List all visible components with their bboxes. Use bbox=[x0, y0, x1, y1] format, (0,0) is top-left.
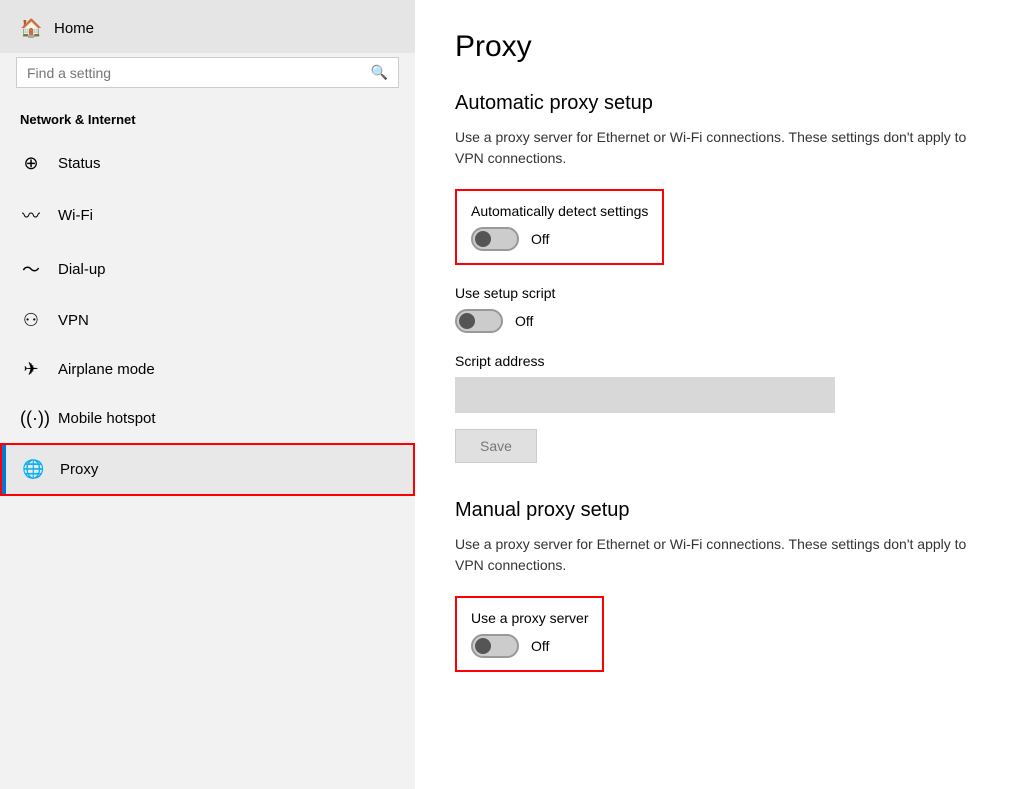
auto-detect-toggle-container: Off bbox=[471, 227, 648, 251]
use-proxy-label: Use a proxy server bbox=[471, 610, 588, 626]
hotspot-icon: ((·)) bbox=[20, 408, 42, 429]
dialup-icon: 〜 bbox=[20, 256, 42, 282]
home-label: Home bbox=[54, 20, 94, 37]
auto-detect-state: Off bbox=[531, 231, 549, 247]
manual-section-desc: Use a proxy server for Ethernet or Wi-Fi… bbox=[455, 534, 984, 576]
sidebar-item-hotspot[interactable]: ((·)) Mobile hotspot bbox=[0, 394, 415, 443]
search-icon: 🔍 bbox=[371, 64, 388, 81]
search-box: 🔍 bbox=[16, 57, 399, 88]
setup-script-toggle-container: Off bbox=[455, 309, 984, 333]
setup-script-row: Use setup script Off bbox=[455, 285, 984, 333]
use-proxy-toggle-group: Use a proxy server Off bbox=[455, 596, 604, 672]
vpn-icon: ⚇ bbox=[20, 310, 42, 331]
sidebar-item-label: VPN bbox=[58, 312, 89, 329]
automatic-section-desc: Use a proxy server for Ethernet or Wi-Fi… bbox=[455, 127, 984, 169]
section-title: Network & Internet bbox=[0, 104, 415, 139]
sidebar-item-wifi[interactable]: 〰 Wi-Fi bbox=[0, 188, 415, 242]
page-title: Proxy bbox=[455, 30, 984, 64]
search-input[interactable] bbox=[27, 65, 371, 81]
sidebar-item-label: Proxy bbox=[60, 461, 98, 478]
sidebar-item-vpn[interactable]: ⚇ VPN bbox=[0, 296, 415, 345]
sidebar-item-home[interactable]: 🏠 Home bbox=[0, 0, 415, 53]
manual-section-title: Manual proxy setup bbox=[455, 499, 984, 522]
save-button[interactable]: Save bbox=[455, 429, 537, 463]
auto-detect-label: Automatically detect settings bbox=[471, 203, 648, 219]
script-address-label: Script address bbox=[455, 353, 984, 369]
sidebar-item-label: Dial-up bbox=[58, 261, 106, 278]
auto-detect-toggle[interactable] bbox=[471, 227, 519, 251]
sidebar-item-airplane[interactable]: ✈ Airplane mode bbox=[0, 345, 415, 394]
main-content: Proxy Automatic proxy setup Use a proxy … bbox=[415, 0, 1024, 789]
sidebar-item-status[interactable]: ⊕ Status bbox=[0, 139, 415, 188]
script-address-input[interactable] bbox=[455, 377, 835, 413]
automatic-section-title: Automatic proxy setup bbox=[455, 92, 984, 115]
sidebar-item-proxy[interactable]: 🌐 Proxy bbox=[0, 443, 415, 496]
status-icon: ⊕ bbox=[20, 153, 42, 174]
setup-script-state: Off bbox=[515, 313, 533, 329]
sidebar-item-label: Airplane mode bbox=[58, 361, 155, 378]
sidebar-item-label: Mobile hotspot bbox=[58, 410, 156, 427]
home-icon: 🏠 bbox=[20, 18, 42, 39]
proxy-icon: 🌐 bbox=[22, 459, 44, 480]
toggle-thumb bbox=[475, 231, 491, 247]
sidebar-item-dialup[interactable]: 〜 Dial-up bbox=[0, 242, 415, 296]
toggle-thumb bbox=[459, 313, 475, 329]
wifi-icon: 〰 bbox=[20, 202, 42, 228]
airplane-icon: ✈ bbox=[20, 359, 42, 380]
sidebar-nav: ⊕ Status 〰 Wi-Fi 〜 Dial-up ⚇ VPN ✈ Airpl… bbox=[0, 139, 415, 496]
use-proxy-state: Off bbox=[531, 638, 549, 654]
setup-script-label: Use setup script bbox=[455, 285, 984, 301]
toggle-thumb bbox=[475, 638, 491, 654]
sidebar-item-label: Status bbox=[58, 155, 101, 172]
sidebar-item-label: Wi-Fi bbox=[58, 207, 93, 224]
use-proxy-toggle-container: Off bbox=[471, 634, 588, 658]
auto-detect-toggle-group: Automatically detect settings Off bbox=[455, 189, 664, 265]
setup-script-toggle[interactable] bbox=[455, 309, 503, 333]
sidebar: 🏠 Home 🔍 Network & Internet ⊕ Status 〰 W… bbox=[0, 0, 415, 789]
use-proxy-toggle[interactable] bbox=[471, 634, 519, 658]
